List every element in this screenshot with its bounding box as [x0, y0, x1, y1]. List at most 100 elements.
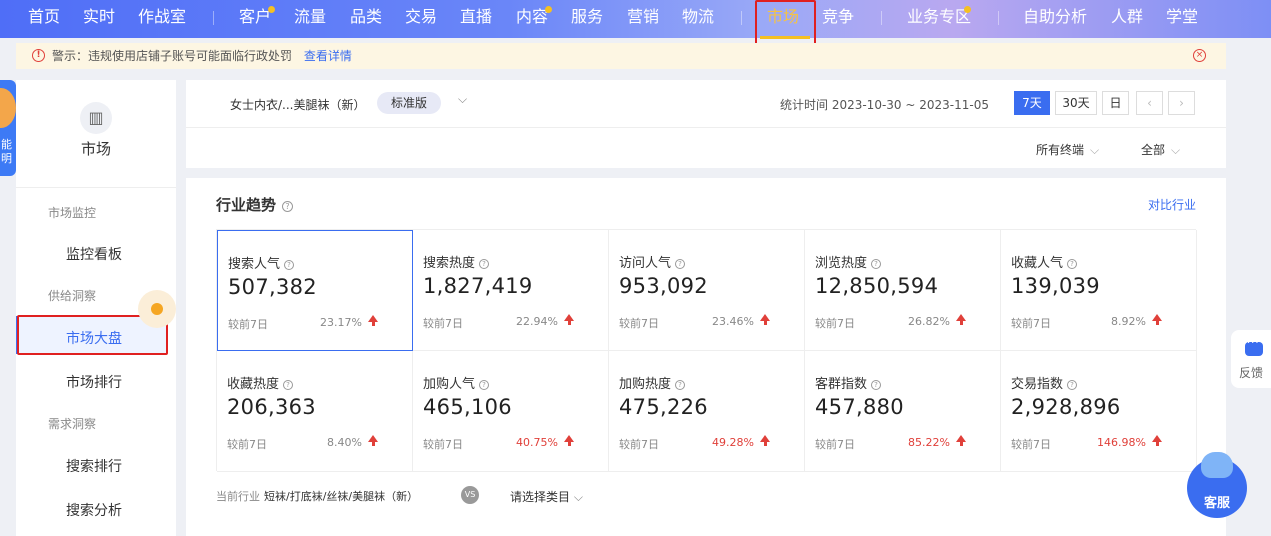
sidebar-item-market-ranking[interactable]: 市场排行 [66, 372, 122, 392]
nav-traffic[interactable]: 流量 [294, 0, 326, 38]
scope-dropdown[interactable]: 全部 ⌵ [1141, 141, 1180, 158]
nav-customer[interactable]: 客户 [239, 0, 271, 38]
mascot-label: 能明 [1, 138, 12, 165]
arrow-up-icon [760, 314, 770, 325]
metric-card[interactable]: 加购人气? 465,106 较前7日 40.75% [413, 351, 609, 472]
pick-category-dropdown[interactable]: 请选择类目 ⌵ [510, 488, 583, 505]
help-icon[interactable]: ? [871, 259, 882, 269]
period-day-button[interactable]: 日 [1102, 91, 1129, 115]
metric-label-text: 搜索热度 [423, 256, 476, 271]
top-nav: 首页 实时 作战室 客户 流量 品类 交易 直播 内容 服务 营销 物流 市场 … [0, 0, 1271, 38]
assistant-mascot[interactable]: 能明 [0, 80, 16, 176]
nav-competition[interactable]: 竞争 [822, 0, 854, 38]
metric-value: 139,039 [1011, 274, 1100, 298]
nav-content-dot [545, 6, 552, 13]
nav-customer-dot [268, 6, 275, 13]
metric-label: 收藏热度? [227, 373, 294, 392]
current-industry: 当前行业 短袜/打底袜/丝袜/美腿袜（新） [216, 488, 418, 504]
metric-compare-label: 较前7日 [227, 438, 267, 451]
compare-industry-link[interactable]: 对比行业 [1148, 196, 1196, 213]
warning-text: 警示：违规使用店铺子账号可能面临行政处罚 [52, 49, 293, 63]
chevron-down-icon[interactable]: ⌵ [458, 92, 467, 107]
nav-service[interactable]: 服务 [571, 0, 603, 38]
nav-academy[interactable]: 学堂 [1166, 0, 1198, 38]
metric-change: 49.28% [712, 436, 754, 449]
nav-business-zone[interactable]: 业务专区 [907, 0, 971, 38]
elephant-mascot-icon [1201, 452, 1233, 478]
feedback-label: 反馈 [1238, 366, 1263, 380]
sidebar-item-search-analysis[interactable]: 搜索分析 [66, 500, 122, 520]
warning-details-link[interactable]: 查看详情 [304, 49, 352, 63]
category-selector[interactable]: 女士内衣/...美腿袜（新） [230, 96, 366, 113]
arrow-up-icon [1152, 435, 1162, 446]
help-icon[interactable]: ? [675, 259, 686, 269]
metric-card[interactable]: 搜索热度? 1,827,419 较前7日 22.94% [413, 230, 609, 351]
nav-realtime[interactable]: 实时 [83, 0, 115, 38]
nav-self-analysis[interactable]: 自助分析 [1023, 0, 1087, 38]
metric-compare-label: 较前7日 [423, 317, 463, 330]
sidebar-item-search-ranking[interactable]: 搜索排行 [66, 456, 122, 476]
metric-label: 访问人气? [619, 252, 686, 271]
nav-trade[interactable]: 交易 [405, 0, 437, 38]
metric-card[interactable]: 收藏热度? 206,363 较前7日 8.40% [217, 351, 413, 472]
metric-compare-label: 较前7日 [815, 438, 855, 451]
sidebar-item-monitor-board[interactable]: 监控看板 [66, 244, 122, 264]
sidebar-group-monitor: 市场监控 [48, 206, 97, 220]
metric-label: 浏览热度? [815, 252, 882, 271]
nav-category[interactable]: 品类 [350, 0, 382, 38]
help-icon[interactable]: ? [675, 380, 686, 390]
metric-value: 457,880 [815, 395, 904, 419]
nav-marketing[interactable]: 营销 [627, 0, 659, 38]
metric-value: 12,850,594 [815, 274, 939, 298]
metric-value: 507,382 [228, 275, 317, 299]
metric-card[interactable]: 搜索人气? 507,382 较前7日 23.17% [217, 230, 413, 351]
help-icon[interactable]: ? [479, 259, 490, 269]
metric-label: 搜索热度? [423, 252, 490, 271]
metric-label-text: 访问人气 [619, 256, 672, 271]
arrow-up-icon [368, 435, 378, 446]
help-icon[interactable]: ? [1067, 259, 1078, 269]
customer-service-button[interactable]: 客服 [1187, 452, 1247, 518]
arrow-up-icon [564, 314, 574, 325]
help-icon[interactable]: ? [1067, 380, 1078, 390]
metric-label: 客群指数? [815, 373, 882, 392]
metric-card[interactable]: 浏览热度? 12,850,594 较前7日 26.82% [805, 230, 1001, 351]
period-30d-button[interactable]: 30天 [1055, 91, 1097, 115]
nav-live[interactable]: 直播 [460, 0, 492, 38]
prev-period-icon[interactable]: ‹ [1136, 91, 1163, 115]
industry-trend-card: 行业趋势? 对比行业 搜索人气? 507,382 较前7日 23.17% 搜索热… [186, 178, 1226, 536]
arrow-up-icon [1152, 314, 1162, 325]
terminal-label: 所有终端 [1036, 143, 1085, 157]
notification-dot-icon[interactable] [138, 290, 176, 328]
metric-value: 2,928,896 [1011, 395, 1121, 419]
metric-card[interactable]: 客群指数? 457,880 较前7日 85.22% [805, 351, 1001, 472]
next-period-icon[interactable]: › [1168, 91, 1195, 115]
nav-crowd[interactable]: 人群 [1111, 0, 1143, 38]
metric-card[interactable]: 加购热度? 475,226 较前7日 49.28% [609, 351, 805, 472]
nav-content[interactable]: 内容 [516, 0, 548, 38]
metric-card[interactable]: 交易指数? 2,928,896 较前7日 146.98% [1001, 351, 1197, 472]
chevron-down-icon: ⌵ [573, 490, 583, 504]
nav-business-dot [964, 6, 971, 13]
close-icon[interactable]: × [1193, 49, 1206, 62]
period-7d-button[interactable]: 7天 [1014, 91, 1050, 115]
metric-card[interactable]: 访问人气? 953,092 较前7日 23.46% [609, 230, 805, 351]
nav-warroom[interactable]: 作战室 [138, 0, 186, 38]
nav-home[interactable]: 首页 [28, 0, 60, 38]
help-icon[interactable]: ? [479, 380, 490, 390]
help-icon[interactable]: ? [283, 380, 294, 390]
nav-logistics[interactable]: 物流 [682, 0, 714, 38]
metric-value: 206,363 [227, 395, 316, 419]
customer-service-label: 客服 [1203, 496, 1230, 511]
metric-change: 40.75% [516, 436, 558, 449]
pick-category-label: 请选择类目 [510, 490, 571, 504]
help-icon[interactable]: ? [282, 201, 294, 212]
help-icon[interactable]: ? [871, 380, 882, 390]
current-industry-label: 当前行业 [216, 490, 260, 503]
chevron-down-icon: ⌵ [1171, 143, 1181, 157]
feedback-widget[interactable]: 反馈 [1231, 330, 1271, 388]
filter-panel: 女士内衣/...美腿袜（新） 标准版 ⌵ 统计时间 2023-10-30 ~ 2… [186, 80, 1226, 168]
terminal-dropdown[interactable]: 所有终端 ⌵ [1036, 141, 1099, 158]
metric-card[interactable]: 收藏人气? 139,039 较前7日 8.92% [1001, 230, 1197, 351]
help-icon[interactable]: ? [284, 260, 295, 270]
